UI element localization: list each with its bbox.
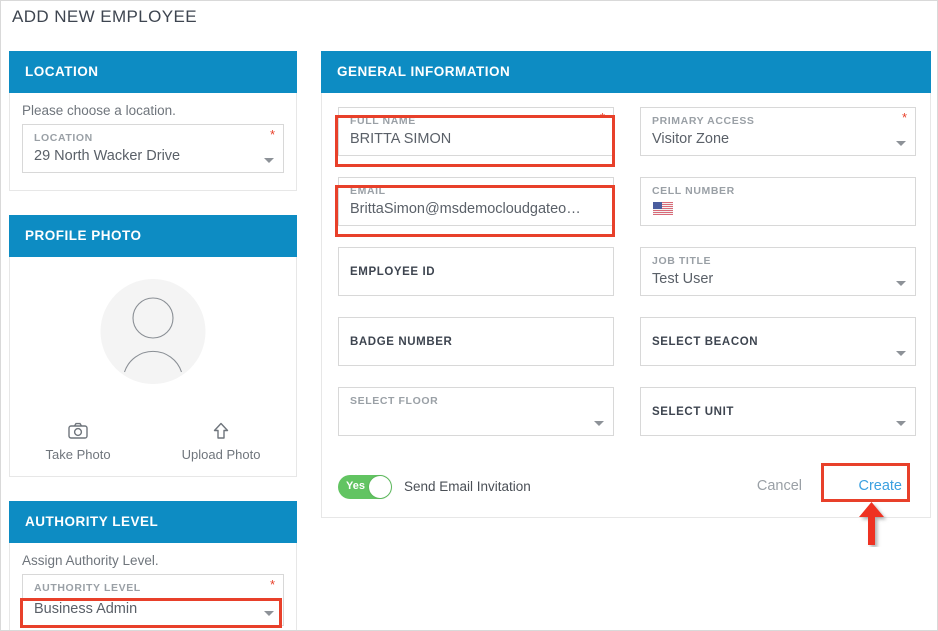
- field-label: BADGE NUMBER: [350, 335, 453, 348]
- location-card-header: LOCATION: [9, 51, 297, 93]
- required-asterisk: *: [269, 127, 275, 142]
- authority-level-card-header: AUTHORITY LEVEL: [9, 501, 297, 543]
- chevron-down-icon: [896, 141, 906, 146]
- send-email-invitation-label: Send Email Invitation: [404, 479, 531, 494]
- field-value: Visitor Zone: [652, 131, 730, 147]
- location-field-label: LOCATION: [34, 132, 93, 144]
- field-label: FULL NAME: [350, 115, 416, 127]
- job-title-field[interactable]: JOB TITLE Test User: [640, 247, 916, 296]
- location-helper-text: Please choose a location.: [22, 103, 176, 118]
- field-label: SELECT BEACON: [652, 335, 759, 348]
- authority-field-value: Business Admin: [34, 601, 138, 617]
- location-card: LOCATION Please choose a location. LOCAT…: [9, 51, 297, 191]
- profile-photo-card: PROFILE PHOTO Take Photo Upload Photo: [9, 215, 297, 477]
- chevron-down-icon: [264, 611, 274, 616]
- field-label: EMPLOYEE ID: [350, 265, 436, 278]
- full-name-field[interactable]: FULL NAME * BRITTA SIMON: [338, 107, 614, 156]
- toggle-state-label: Yes: [346, 480, 365, 492]
- select-beacon-field[interactable]: SELECT BEACON: [640, 317, 916, 366]
- chevron-down-icon: [896, 421, 906, 426]
- create-button[interactable]: Create: [858, 478, 902, 494]
- field-label: CELL NUMBER: [652, 185, 735, 197]
- field-value: BRITTA SIMON: [350, 131, 452, 147]
- page-title: ADD NEW EMPLOYEE: [12, 7, 197, 26]
- upload-photo-label: Upload Photo: [181, 447, 261, 462]
- authority-level-select[interactable]: AUTHORITY LEVEL * Business Admin: [22, 574, 284, 626]
- badge-number-field[interactable]: BADGE NUMBER: [338, 317, 614, 366]
- location-select[interactable]: LOCATION * 29 North Wacker Drive: [22, 124, 284, 173]
- required-asterisk: *: [599, 110, 605, 125]
- field-label: EMAIL: [350, 185, 386, 197]
- toggle-knob: [369, 476, 391, 498]
- primary-access-field[interactable]: PRIMARY ACCESS * Visitor Zone: [640, 107, 916, 156]
- user-avatar-icon: [123, 297, 183, 373]
- add-new-employee-page: ADD NEW EMPLOYEE LOCATION Please choose …: [0, 0, 938, 631]
- avatar: [100, 279, 206, 384]
- field-label: SELECT UNIT: [652, 405, 734, 418]
- cell-number-field[interactable]: CELL NUMBER: [640, 177, 916, 226]
- required-asterisk: *: [901, 110, 907, 125]
- profile-photo-card-header: PROFILE PHOTO: [9, 215, 297, 257]
- select-floor-field[interactable]: SELECT FLOOR: [338, 387, 614, 436]
- required-asterisk: *: [269, 577, 275, 592]
- form-footer: Yes Send Email Invitation Cancel Create: [322, 457, 930, 517]
- select-unit-field[interactable]: SELECT UNIT: [640, 387, 916, 436]
- field-value: Test User: [652, 271, 714, 287]
- authority-helper-text: Assign Authority Level.: [22, 553, 159, 568]
- cancel-button[interactable]: Cancel: [757, 478, 802, 494]
- general-information-card: GENERAL INFORMATION FULL NAME * BRITTA SIM…: [321, 51, 931, 518]
- general-information-card-header: GENERAL INFORMATION: [321, 51, 931, 93]
- authority-level-card: AUTHORITY LEVEL Assign Authority Level. …: [9, 501, 297, 630]
- email-field[interactable]: EMAIL BrittaSimon@msdemocloudgateo…: [338, 177, 614, 226]
- field-label: PRIMARY ACCESS: [652, 115, 755, 127]
- take-photo-label: Take Photo: [45, 447, 111, 462]
- field-label: SELECT FLOOR: [350, 395, 439, 407]
- field-value: BrittaSimon@msdemocloudgateo…: [350, 201, 581, 217]
- upload-arrow-icon: [212, 422, 230, 442]
- us-flag-icon: [653, 202, 673, 215]
- take-photo-button[interactable]: Take Photo: [46, 422, 111, 462]
- employee-id-field[interactable]: EMPLOYEE ID: [338, 247, 614, 296]
- send-email-invitation-toggle[interactable]: Yes: [338, 475, 392, 499]
- authority-field-label: AUTHORITY LEVEL: [34, 582, 141, 594]
- chevron-down-icon: [264, 158, 274, 163]
- chevron-down-icon: [594, 421, 604, 426]
- chevron-down-icon: [896, 281, 906, 286]
- location-field-value: 29 North Wacker Drive: [34, 148, 181, 164]
- chevron-down-icon: [896, 351, 906, 356]
- upload-photo-button[interactable]: Upload Photo: [181, 422, 261, 462]
- camera-icon: [68, 422, 88, 442]
- field-label: JOB TITLE: [652, 255, 712, 267]
